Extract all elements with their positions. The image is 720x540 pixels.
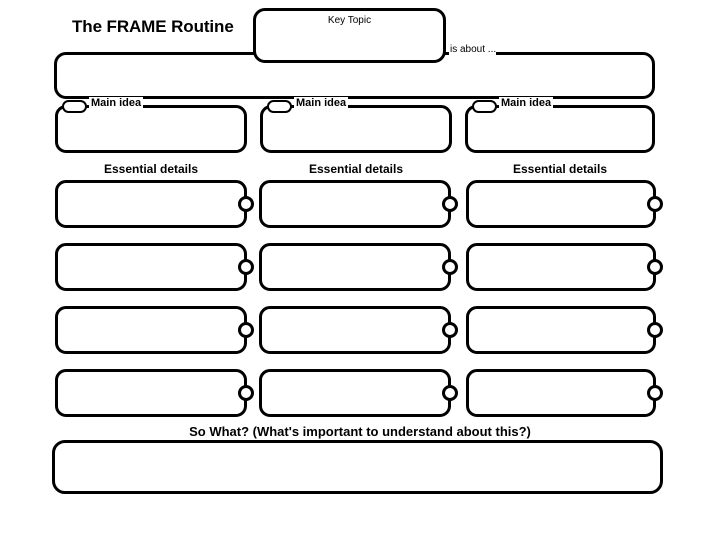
detail-box-1-1[interactable] xyxy=(55,180,254,228)
details-heading-2: Essential details xyxy=(308,162,404,176)
connector-circle-icon xyxy=(647,322,663,338)
detail-box-3-2[interactable] xyxy=(466,243,663,291)
main-idea-label-1: Main idea xyxy=(89,97,144,110)
main-idea-box-1[interactable]: Main idea xyxy=(55,97,247,153)
connector-circle-icon xyxy=(647,196,663,212)
main-idea-box-3[interactable]: Main idea xyxy=(465,97,655,153)
detail-box-1-3[interactable] xyxy=(55,306,254,354)
connector-circle-icon xyxy=(442,385,458,401)
main-idea-box-2[interactable]: Main idea xyxy=(260,97,452,153)
connector-circle-icon xyxy=(442,259,458,275)
detail-box-3-4[interactable] xyxy=(466,369,663,417)
key-topic-label: Key Topic xyxy=(327,15,372,26)
details-heading-1: Essential details xyxy=(103,162,199,176)
connector-circle-icon xyxy=(647,259,663,275)
main-idea-label-3: Main idea xyxy=(499,97,554,110)
connector-circle-icon xyxy=(647,385,663,401)
connector-circle-icon xyxy=(238,259,254,275)
main-idea-pill-icon-3 xyxy=(472,100,497,113)
detail-box-2-2[interactable] xyxy=(259,243,458,291)
page-title: The FRAME Routine xyxy=(72,17,234,36)
detail-box-2-3[interactable] xyxy=(259,306,458,354)
details-heading-3: Essential details xyxy=(512,162,608,176)
so-what-label: So What? (What's important to understand… xyxy=(189,424,531,439)
so-what-box[interactable] xyxy=(52,440,663,494)
connector-circle-icon xyxy=(442,196,458,212)
detail-box-3-1[interactable] xyxy=(466,180,663,228)
main-idea-label-2: Main idea xyxy=(294,97,349,110)
connector-circle-icon xyxy=(238,322,254,338)
detail-box-1-4[interactable] xyxy=(55,369,254,417)
connector-circle-icon xyxy=(442,322,458,338)
main-idea-pill-icon-1 xyxy=(62,100,87,113)
connector-circle-icon xyxy=(238,196,254,212)
main-idea-pill-icon-2 xyxy=(267,100,292,113)
detail-box-3-3[interactable] xyxy=(466,306,663,354)
detail-box-2-4[interactable] xyxy=(259,369,458,417)
detail-box-2-1[interactable] xyxy=(259,180,458,228)
is-about-label: is about ... xyxy=(449,44,497,56)
frame-routine-worksheet: The FRAME Routine Key Topic is about ...… xyxy=(0,0,720,540)
detail-box-1-2[interactable] xyxy=(55,243,254,291)
key-topic-box[interactable]: Key Topic xyxy=(253,8,446,63)
connector-circle-icon xyxy=(238,385,254,401)
